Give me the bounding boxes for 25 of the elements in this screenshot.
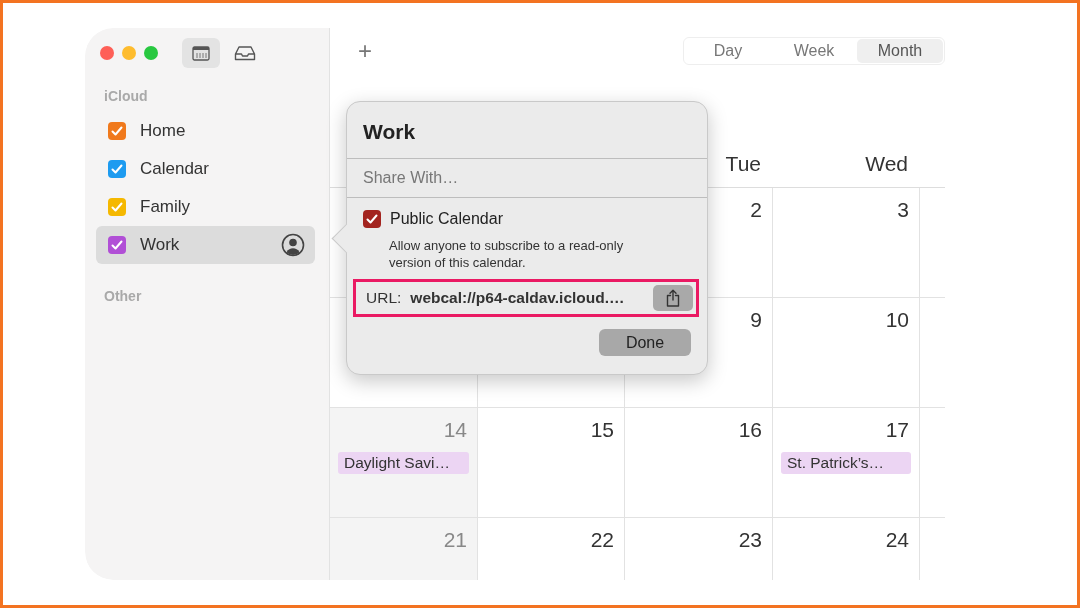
description-text: Allow anyone to subscribe to a read-only version of this calendar. <box>389 237 625 271</box>
day-number: 15 <box>590 418 615 442</box>
weekday-header: Tue <box>725 152 762 177</box>
popover-title: Work <box>362 119 417 145</box>
url-text: webcal://p64-caldav.icloud.… <box>410 289 626 307</box>
calendar-name: Work <box>140 235 181 255</box>
day-number: 23 <box>738 528 763 552</box>
day-number: 9 <box>750 308 763 332</box>
section-heading: iCloud <box>104 88 148 104</box>
day-number: 22 <box>590 528 615 552</box>
calendar-name: Family <box>140 197 192 217</box>
day-number: 3 <box>897 198 910 222</box>
day-number: 17 <box>885 418 910 442</box>
url-label: URL: <box>366 289 402 307</box>
day-number: 10 <box>885 308 910 332</box>
day-number: 14 <box>443 418 468 442</box>
day-number: 24 <box>885 528 910 552</box>
calendar-name: Calendar <box>140 159 210 179</box>
day-number: 21 <box>443 528 468 552</box>
section-heading: Other <box>104 288 142 304</box>
day-number: 2 <box>750 198 763 222</box>
calendar-name: Home <box>140 121 187 141</box>
weekday-header: Wed <box>865 152 909 177</box>
day-number: 16 <box>738 418 763 442</box>
checkbox-label: Public Calendar <box>390 210 503 228</box>
